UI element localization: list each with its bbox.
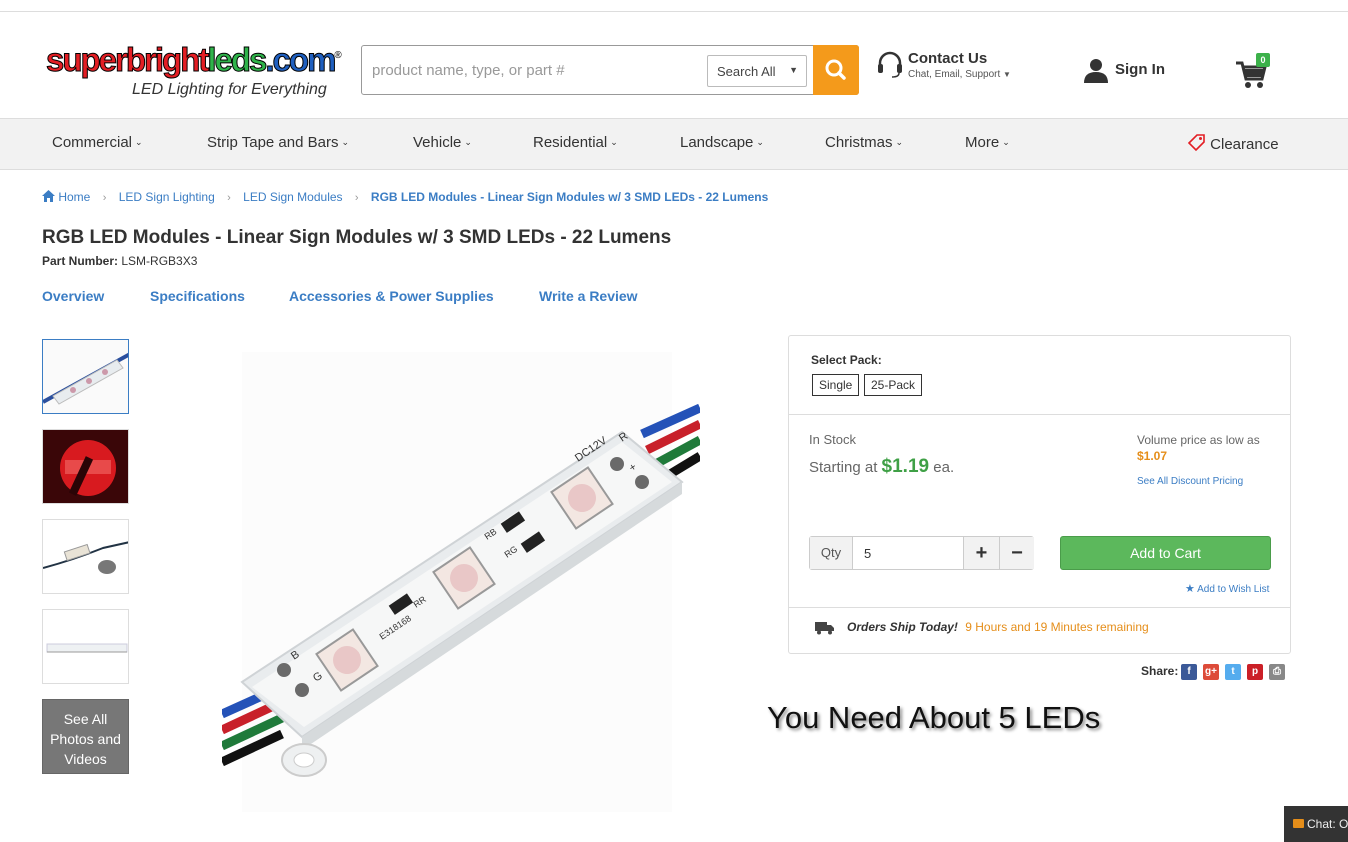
search-bar: Search All ▼ [361, 45, 859, 95]
select-pack-label: Select Pack: [811, 353, 882, 367]
search-scope-select[interactable]: Search All ▼ [707, 55, 807, 87]
stock-status: In Stock [809, 432, 856, 447]
search-button[interactable] [813, 45, 859, 95]
gallery-thumbnail[interactable] [42, 519, 129, 594]
nav-strip-tape[interactable]: Strip Tape and Bars ⌄ [207, 134, 349, 151]
share-label: Share: [1141, 664, 1179, 678]
tab-specifications[interactable]: Specifications [150, 288, 245, 304]
nav-vehicle[interactable]: Vehicle ⌄ [413, 134, 472, 151]
starting-price: Starting at $1.19 ea. [809, 456, 955, 477]
logo-tagline: LED Lighting for Everything [132, 81, 327, 98]
print-icon[interactable]: ⎙ [1269, 664, 1285, 680]
qty-input[interactable]: 5 [864, 546, 871, 561]
add-to-cart-button[interactable]: Add to Cart [1060, 536, 1271, 570]
twitter-icon[interactable]: t [1225, 664, 1241, 680]
breadcrumb: Home › LED Sign Lighting › LED Sign Modu… [42, 190, 768, 204]
add-to-wishlist-link[interactable]: ★ Add to Wish List [1185, 582, 1269, 595]
quantity-stepper: Qty 5 + − [809, 536, 1034, 570]
chevron-down-icon: ⌄ [341, 137, 350, 147]
chevron-down-icon: ⌄ [610, 137, 618, 147]
chevron-down-icon: ⌄ [756, 137, 764, 147]
contact-title: Contact Us [908, 50, 988, 67]
product-image: DC12V R + B G RB RG RR E318168 [220, 342, 703, 822]
nav-christmas[interactable]: Christmas ⌄ [825, 134, 903, 151]
truck-icon [815, 622, 834, 635]
divider [789, 414, 1290, 415]
nav-residential[interactable]: Residential ⌄ [533, 134, 618, 151]
chevron-down-icon: ⌄ [1002, 137, 1010, 147]
shipping-notice: Orders Ship Today! 9 Hours and 19 Minute… [811, 620, 1149, 635]
star-icon: ★ [1185, 583, 1195, 595]
chat-widget[interactable]: Chat: O [1284, 806, 1348, 842]
contact-us[interactable]: Contact Us Chat, Email, Support ▼ [876, 50, 1036, 90]
tag-icon [1187, 134, 1205, 152]
divider [789, 607, 1290, 608]
chat-icon [1293, 819, 1304, 828]
tab-accessories[interactable]: Accessories & Power Supplies [289, 288, 494, 304]
pack-option-25-pack[interactable]: 25-Pack [864, 374, 923, 396]
volume-price: Volume price as low as $1.07 [1137, 433, 1260, 463]
contact-subtitle: Chat, Email, Support ▼ [908, 69, 1011, 80]
home-icon [42, 190, 58, 204]
top-utility-bar [0, 0, 1348, 12]
chevron-right-icon: › [227, 192, 231, 204]
google-plus-icon[interactable]: g+ [1203, 664, 1219, 680]
headset-icon [878, 51, 902, 78]
nav-more[interactable]: More ⌄ [965, 134, 1010, 151]
overlay-caption: You Need About 5 LEDs [767, 700, 1101, 735]
gallery-thumbnail[interactable] [42, 339, 129, 414]
main-nav: Commercial ⌄ Strip Tape and Bars ⌄ Vehicle… [0, 118, 1348, 170]
thumbnail-image [43, 430, 128, 503]
chevron-down-icon: ⌄ [464, 137, 472, 147]
user-icon [1084, 59, 1108, 83]
gallery-thumbnail[interactable] [42, 429, 129, 504]
qty-label: Qty [810, 537, 853, 569]
chevron-right-icon: › [354, 192, 359, 204]
purchase-panel: Select Pack: Single 25-Pack In Stock Sta… [788, 335, 1291, 654]
breadcrumb-led-sign-lighting[interactable]: LED Sign Lighting [119, 190, 215, 204]
see-all-photos-button[interactable]: See All Photos and Videos [42, 699, 129, 774]
facebook-icon[interactable]: f [1181, 664, 1197, 680]
price: $1.19 [881, 456, 930, 477]
nav-clearance[interactable]: Clearance [1187, 134, 1279, 153]
thumbnail-image [43, 520, 128, 593]
product-title: RGB LED Modules - Linear Sign Modules w/… [42, 227, 672, 248]
gallery-thumbnail[interactable] [42, 609, 129, 684]
qty-decrement-button[interactable]: − [999, 537, 1034, 569]
breadcrumb-led-sign-modules[interactable]: LED Sign Modules [243, 190, 342, 204]
site-header: superbrightleds.com® LED Lighting for Ev… [0, 13, 1348, 118]
logo-wordmark: superbrightleds.com® [45, 41, 341, 78]
product-main-image[interactable]: DC12V R + B G RB RG RR E318168 [220, 342, 703, 822]
tab-write-review[interactable]: Write a Review [539, 288, 638, 304]
breadcrumb-home[interactable]: Home [58, 190, 90, 204]
discount-pricing-link[interactable]: See All Discount Pricing [1137, 476, 1243, 487]
chevron-down-icon: ▼ [789, 65, 798, 75]
chevron-down-icon: ⌄ [895, 137, 904, 147]
site-logo[interactable]: superbrightleds.com® LED Lighting for Ev… [45, 41, 346, 105]
chevron-down-icon: ⌄ [135, 137, 143, 147]
thumbnail-image [43, 340, 128, 413]
chevron-right-icon: › [102, 192, 107, 204]
nav-landscape[interactable]: Landscape ⌄ [680, 134, 764, 151]
cart-count-badge: 0 [1256, 53, 1270, 67]
search-input[interactable] [372, 58, 702, 82]
cart-button[interactable]: 0 [1234, 53, 1274, 89]
part-number: Part Number: LSM-RGB3X3 [42, 254, 198, 268]
tab-overview[interactable]: Overview [42, 288, 104, 304]
search-icon [825, 59, 846, 80]
chevron-down-icon: ▼ [1003, 70, 1011, 79]
breadcrumb-current[interactable]: RGB LED Modules - Linear Sign Modules w/… [371, 190, 768, 204]
thumbnail-image [43, 610, 128, 683]
pack-option-single[interactable]: Single [812, 374, 860, 396]
pinterest-icon[interactable]: p [1247, 664, 1263, 680]
qty-increment-button[interactable]: + [963, 537, 999, 569]
nav-commercial[interactable]: Commercial ⌄ [52, 134, 143, 151]
